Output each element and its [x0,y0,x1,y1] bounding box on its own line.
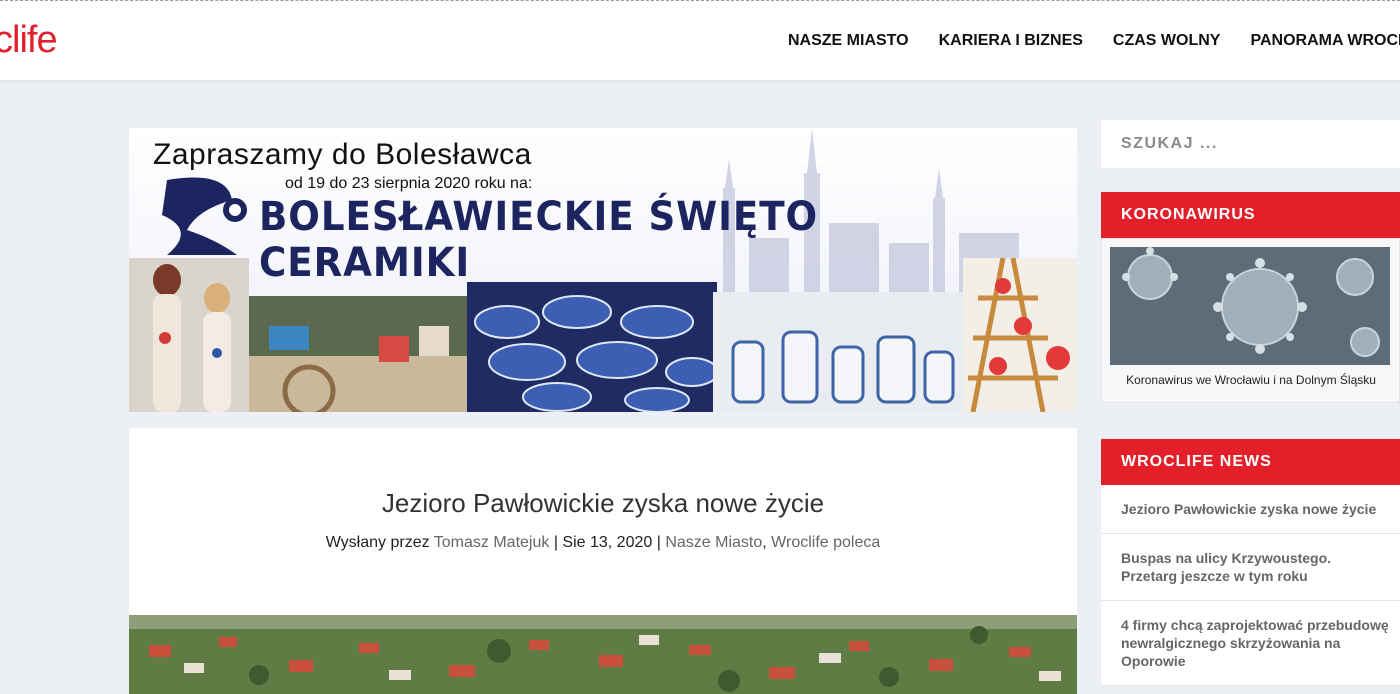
site-logo[interactable]: clife [0,19,58,62]
category-link-nasze-miasto[interactable]: Nasze Miasto [665,534,762,551]
models-photo [129,258,249,412]
corona-widget-heading: KORONAWIRUS [1101,192,1400,238]
meta-separator: | [553,534,558,551]
news-item[interactable]: 4 firmy chcą zaprojektować przebudowę ne… [1101,601,1400,686]
news-widget-heading: WROCLIFE NEWS [1101,439,1400,485]
festival-logo [162,177,247,255]
ceramic-vases-photo [713,292,963,412]
article-meta: Wysłany przez Tomasz Matejuk | Sie 13, 2… [129,534,1077,552]
nav-item-panorama[interactable]: PANORAMA WROCL [1250,32,1400,50]
article-card: Jezioro Pawłowickie zyska nowe życie Wys… [129,428,1077,694]
banner-headline: Zapraszamy do Bolesławca [153,138,532,171]
meta-prefix: Wysłany przez [325,534,430,551]
banner-event-name: BOLESŁAWIECKIE ŚWIĘTO CERAMIKI [259,194,819,286]
main-nav: NASZE MIASTO KARIERA I BIZNES CZAS WOLNY… [788,32,1400,50]
category-link-wroclife-poleca[interactable]: Wroclife poleca [771,534,880,551]
news-item[interactable]: Jezioro Pawłowickie zyska nowe życie [1101,485,1400,534]
banner-dates: od 19 do 23 sierpnia 2020 roku na: [285,175,533,192]
pottery-shelf-photo [963,258,1077,412]
nav-item-czas-wolny[interactable]: CZAS WOLNY [1113,32,1221,50]
author-link[interactable]: Tomasz Matejuk [434,534,550,551]
article-featured-image[interactable] [129,615,1077,694]
news-list: Jezioro Pawłowickie zyska nowe życie Bus… [1101,485,1400,686]
search-input[interactable] [1101,120,1400,168]
corona-caption[interactable]: Koronawirus we Wrocławiu i na Dolnym Ślą… [1102,373,1400,387]
meta-separator: | [656,534,661,551]
coronavirus-image[interactable] [1110,247,1390,365]
ceramics-festival-banner[interactable]: Zapraszamy do Bolesławca od 19 do 23 sie… [129,128,1077,412]
nav-item-kariera-i-biznes[interactable]: KARIERA I BIZNES [939,32,1083,50]
ceramics-stall-photo [249,296,467,412]
search-box [1101,120,1400,168]
meta-comma: , [762,534,767,551]
corona-widget[interactable]: Koronawirus we Wrocławiu i na Dolnym Ślą… [1101,238,1400,403]
polish-pottery-photo [467,282,717,412]
post-date: Sie 13, 2020 [562,534,653,551]
news-item[interactable]: Buspas na ulicy Krzywoustego. Przetarg j… [1101,534,1400,601]
article-title[interactable]: Jezioro Pawłowickie zyska nowe życie [129,488,1077,519]
site-header: clife NASZE MIASTO KARIERA I BIZNES CZAS… [0,0,1400,80]
nav-item-nasze-miasto[interactable]: NASZE MIASTO [788,32,909,50]
